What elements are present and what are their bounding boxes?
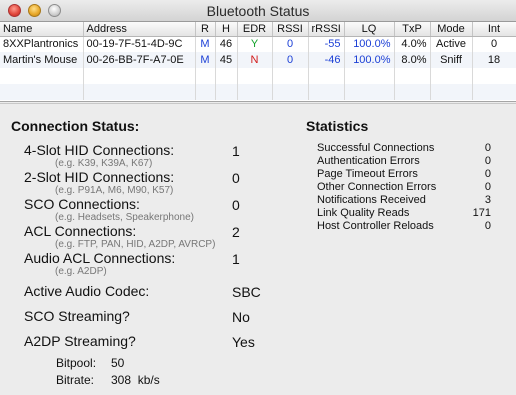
column-header-rssi[interactable]: RSSI (272, 22, 309, 37)
edr-cell: Y (237, 36, 273, 52)
active-audio-codec-value: SBC (232, 284, 261, 300)
edr-cell: N (237, 52, 273, 68)
notifications-received-label: Notifications Received (317, 194, 426, 206)
sco-streaming-value: No (232, 309, 250, 325)
page-timeout-errors-value: 0 (484, 168, 491, 180)
active-audio-codec-label: Active Audio Codec: (24, 283, 150, 299)
table-row[interactable]: Martin's Mouse 00-26-BB-7F-A7-0E M 45 N … (0, 52, 516, 68)
other-connection-errors-value: 0 (484, 181, 491, 193)
authentication-errors-value: 0 (484, 155, 491, 167)
int-cell: 0 (472, 36, 516, 52)
audio-acl-connections-hint: (e.g. A2DP) (55, 266, 107, 277)
window-title: Bluetooth Status (206, 3, 310, 19)
rrssi-cell: -46 (308, 52, 345, 68)
panel-divider (0, 103, 516, 104)
link-quality-reads-value: 171 (472, 207, 491, 219)
column-header-edr[interactable]: EDR (237, 22, 273, 37)
column-header-mode[interactable]: Mode (430, 22, 473, 37)
column-header-lq[interactable]: LQ (344, 22, 395, 37)
bitpool-label: Bitpool: (56, 356, 97, 370)
statistics-heading: Statistics (306, 118, 369, 134)
a2dp-streaming-label: A2DP Streaming? (24, 333, 136, 349)
two-slot-hid-value: 0 (232, 170, 240, 186)
sco-connections-hint: (e.g. Headsets, Speakerphone) (55, 212, 194, 223)
column-header-h[interactable]: H (215, 22, 238, 37)
lq-cell: 100.0% (344, 52, 395, 68)
table-row[interactable]: 8XXPlantronics 00-19-7F-51-4D-9C M 46 Y … (0, 36, 516, 52)
status-panel: Connection Status: 4-Slot HID Connection… (0, 103, 516, 395)
rrssi-cell: -55 (308, 36, 345, 52)
audio-acl-connections-label: Audio ACL Connections: (24, 250, 176, 266)
empty-table-row (0, 84, 516, 100)
rssi-cell: 0 (272, 36, 309, 52)
bluetooth-status-window: Bluetooth Status Name Address R H EDR RS… (0, 0, 516, 395)
acl-connections-label: ACL Connections: (24, 223, 137, 239)
h-cell: 45 (215, 52, 238, 68)
column-header-rrssi[interactable]: rRSSI (308, 22, 345, 37)
connection-status-heading: Connection Status: (11, 118, 140, 134)
txp-cell: 4.0% (394, 36, 431, 52)
bitrate-label: Bitrate: (56, 373, 95, 387)
four-slot-hid-hint: (e.g. K39, K39A, K67) (55, 158, 153, 169)
four-slot-hid-label: 4-Slot HID Connections: (24, 142, 175, 158)
column-header-int[interactable]: Int (472, 22, 516, 37)
h-cell: 46 (215, 36, 238, 52)
bitrate-value: 308 kb/s (111, 373, 160, 387)
device-address-cell: 00-19-7F-51-4D-9C (83, 36, 196, 52)
r-cell: M (195, 52, 216, 68)
device-name-cell: Martin's Mouse (0, 52, 84, 68)
sco-connections-label: SCO Connections: (24, 196, 140, 212)
authentication-errors-label: Authentication Errors (317, 155, 420, 167)
acl-connections-hint: (e.g. FTP, PAN, HID, A2DP, AVRCP) (55, 239, 216, 250)
successful-connections-value: 0 (484, 142, 491, 154)
host-controller-reloads-label: Host Controller Reloads (317, 220, 434, 232)
mode-cell: Sniff (430, 52, 473, 68)
title-bar[interactable]: Bluetooth Status (0, 0, 516, 22)
four-slot-hid-value: 1 (232, 143, 240, 159)
two-slot-hid-hint: (e.g. P91A, M6, M90, K57) (55, 185, 174, 196)
rssi-cell: 0 (272, 52, 309, 68)
mode-cell: Active (430, 36, 473, 52)
successful-connections-label: Successful Connections (317, 142, 435, 154)
r-cell: M (195, 36, 216, 52)
other-connection-errors-label: Other Connection Errors (317, 181, 437, 193)
table-header-row: Name Address R H EDR RSSI rRSSI LQ TxP M… (0, 22, 516, 37)
column-header-txp[interactable]: TxP (394, 22, 431, 37)
sco-streaming-label: SCO Streaming? (24, 308, 130, 324)
txp-cell: 8.0% (394, 52, 431, 68)
acl-connections-value: 2 (232, 224, 240, 240)
column-header-name[interactable]: Name (0, 22, 84, 37)
notifications-received-value: 3 (484, 194, 491, 206)
bitpool-value: 50 (111, 356, 125, 370)
two-slot-hid-label: 2-Slot HID Connections: (24, 169, 175, 185)
sco-connections-value: 0 (232, 197, 240, 213)
device-table[interactable]: Name Address R H EDR RSSI rRSSI LQ TxP M… (0, 22, 516, 102)
int-cell: 18 (472, 52, 516, 68)
link-quality-reads-label: Link Quality Reads (317, 207, 410, 219)
a2dp-streaming-value: Yes (232, 334, 255, 350)
audio-acl-connections-value: 1 (232, 251, 240, 267)
host-controller-reloads-value: 0 (484, 220, 491, 232)
empty-table-row (0, 68, 516, 84)
device-name-cell: 8XXPlantronics (0, 36, 84, 52)
page-timeout-errors-label: Page Timeout Errors (317, 168, 418, 180)
device-address-cell: 00-26-BB-7F-A7-0E (83, 52, 196, 68)
column-header-r[interactable]: R (195, 22, 216, 37)
column-header-address[interactable]: Address (83, 22, 196, 37)
lq-cell: 100.0% (344, 36, 395, 52)
